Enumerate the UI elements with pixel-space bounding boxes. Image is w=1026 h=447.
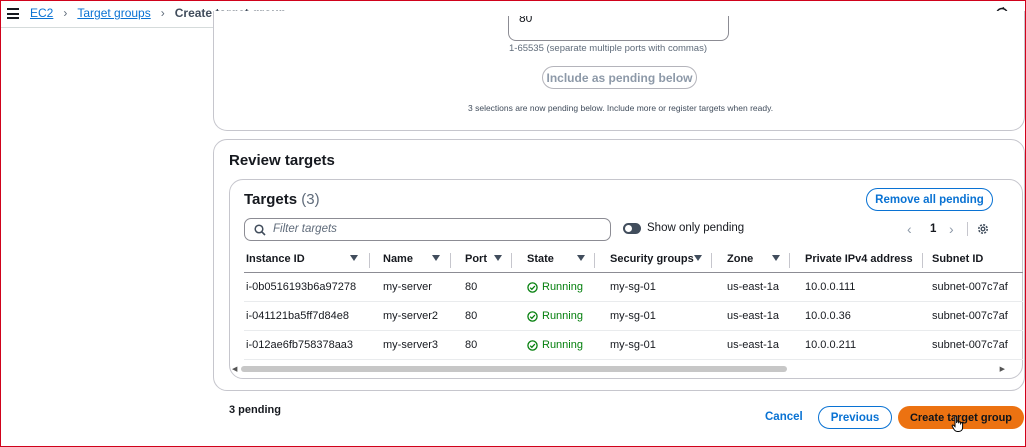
ports-hint: 1-65535 (separate multiple ports with co… [509,43,708,54]
chevron-left-icon[interactable]: ‹ [907,221,912,237]
scroll-right-icon[interactable]: ▶ [1000,365,1005,373]
chevron-right-icon: › [160,6,165,20]
column-header-security-groups[interactable]: Security groups [610,253,712,268]
success-icon [527,310,538,322]
filter-placeholder: Filter targets [273,223,337,235]
pending-selection-note: 3 selections are now pending below. Incl… [468,103,774,113]
port-cell: 80 [465,339,478,351]
sort-down-icon [432,255,440,261]
include-as-pending-button[interactable]: Include as pending below [542,66,697,89]
column-label: Port [465,253,487,265]
column-header-zone[interactable]: Zone [727,253,790,268]
success-icon [527,339,538,351]
name-cell: my-server3 [383,339,439,351]
sort-down-icon [577,255,585,261]
column-label: Private IPv4 address [805,253,913,265]
targets-heading: Targets (3) [244,191,320,208]
subnet-cell: subnet-007c7af [932,310,1008,322]
column-header-instance-id[interactable]: Instance ID [246,253,370,268]
name-cell: my-server [383,281,432,293]
breadcrumb-target-groups[interactable]: Target groups [77,6,150,20]
column-divider [922,253,923,268]
subnet-cell: subnet-007c7af [932,281,1008,293]
ipv4-cell: 10.0.0.36 [805,310,851,322]
targets-count: (3) [301,191,320,208]
sort-down-icon [772,255,780,261]
menu-icon[interactable] [7,8,19,19]
remove-all-pending-button[interactable]: Remove all pending [866,188,993,211]
column-divider [594,253,595,268]
hand-cursor-icon [951,415,964,432]
column-header-port[interactable]: Port [465,253,512,268]
sort-down-icon [494,255,502,261]
zone-cell: us-east-1a [727,310,779,322]
ipv4-cell: 10.0.0.211 [805,339,857,351]
instance-id-cell: i-041121ba5ff7d84e8 [246,310,349,322]
page-number[interactable]: 1 [930,223,936,235]
review-targets-title: Review targets [229,152,335,169]
state-cell: Running [527,339,583,351]
column-header-private-ipv4[interactable]: Private IPv4 address [805,253,923,268]
column-label: Name [383,253,413,265]
show-only-pending-label: Show only pending [647,222,745,234]
success-icon [527,281,538,293]
column-header-name[interactable]: Name [383,253,451,268]
column-label: State [527,253,554,265]
state-label: Running [542,310,583,322]
filter-targets-input[interactable]: Filter targets [244,218,611,241]
column-divider [711,253,712,268]
pending-count: 3 pending [229,404,281,416]
scrollbar-thumb[interactable] [241,366,787,372]
chevron-right-icon[interactable]: › [949,221,954,237]
zone-cell: us-east-1a [727,281,779,293]
scroll-left-icon[interactable]: ◀ [232,365,237,373]
ports-input-value: 80 [519,16,533,25]
column-header-subnet-id[interactable]: Subnet ID [932,253,983,265]
cancel-button[interactable]: Cancel [765,411,803,423]
state-cell: Running [527,281,583,293]
sort-down-icon [350,255,358,261]
show-only-pending-toggle[interactable] [623,223,641,234]
targets-table: Instance ID Name Port State Security gro… [244,248,1023,363]
column-divider [511,253,512,268]
gear-icon[interactable] [976,222,990,236]
instance-id-cell: i-012ae6fb758378aa3 [246,339,354,351]
table-header-row: Instance ID Name Port State Security gro… [244,248,1023,273]
horizontal-scrollbar[interactable]: ◀ ▶ [231,364,1006,374]
security-groups-cell: my-sg-01 [610,339,656,351]
column-divider [789,253,790,268]
port-cell: 80 [465,310,478,322]
table-row[interactable]: i-012ae6fb758378aa3 my-server3 80 Runnin… [244,331,1023,360]
table-row[interactable]: i-041121ba5ff7d84e8 my-server2 80 Runnin… [244,302,1023,331]
ipv4-cell: 10.0.0.111 [805,281,856,293]
breadcrumb-ec2[interactable]: EC2 [30,6,53,20]
column-header-state[interactable]: State [527,253,595,268]
column-divider [369,253,370,268]
column-divider [450,253,451,268]
state-label: Running [542,281,583,293]
search-icon [254,224,266,236]
column-label: Zone [727,253,754,265]
security-groups-cell: my-sg-01 [610,281,656,293]
zone-cell: us-east-1a [727,339,779,351]
targets-title: Targets [244,191,298,208]
name-cell: my-server2 [383,310,439,322]
chevron-right-icon: › [63,6,68,20]
previous-button[interactable]: Previous [818,406,892,429]
subnet-cell: subnet-007c7af [932,339,1008,351]
pager-divider [967,222,968,236]
table-row[interactable]: i-0b0516193b6a97278 my-server 80 Running… [244,273,1023,302]
column-label: Security groups [610,253,694,265]
ports-input[interactable]: 80 [508,16,729,41]
sort-down-icon [694,255,702,261]
security-groups-cell: my-sg-01 [610,310,656,322]
column-label: Subnet ID [932,253,984,265]
port-cell: 80 [465,281,478,293]
state-cell: Running [527,310,583,322]
instance-id-cell: i-0b0516193b6a97278 [246,281,357,293]
state-label: Running [542,339,583,351]
column-label: Instance ID [246,253,305,265]
